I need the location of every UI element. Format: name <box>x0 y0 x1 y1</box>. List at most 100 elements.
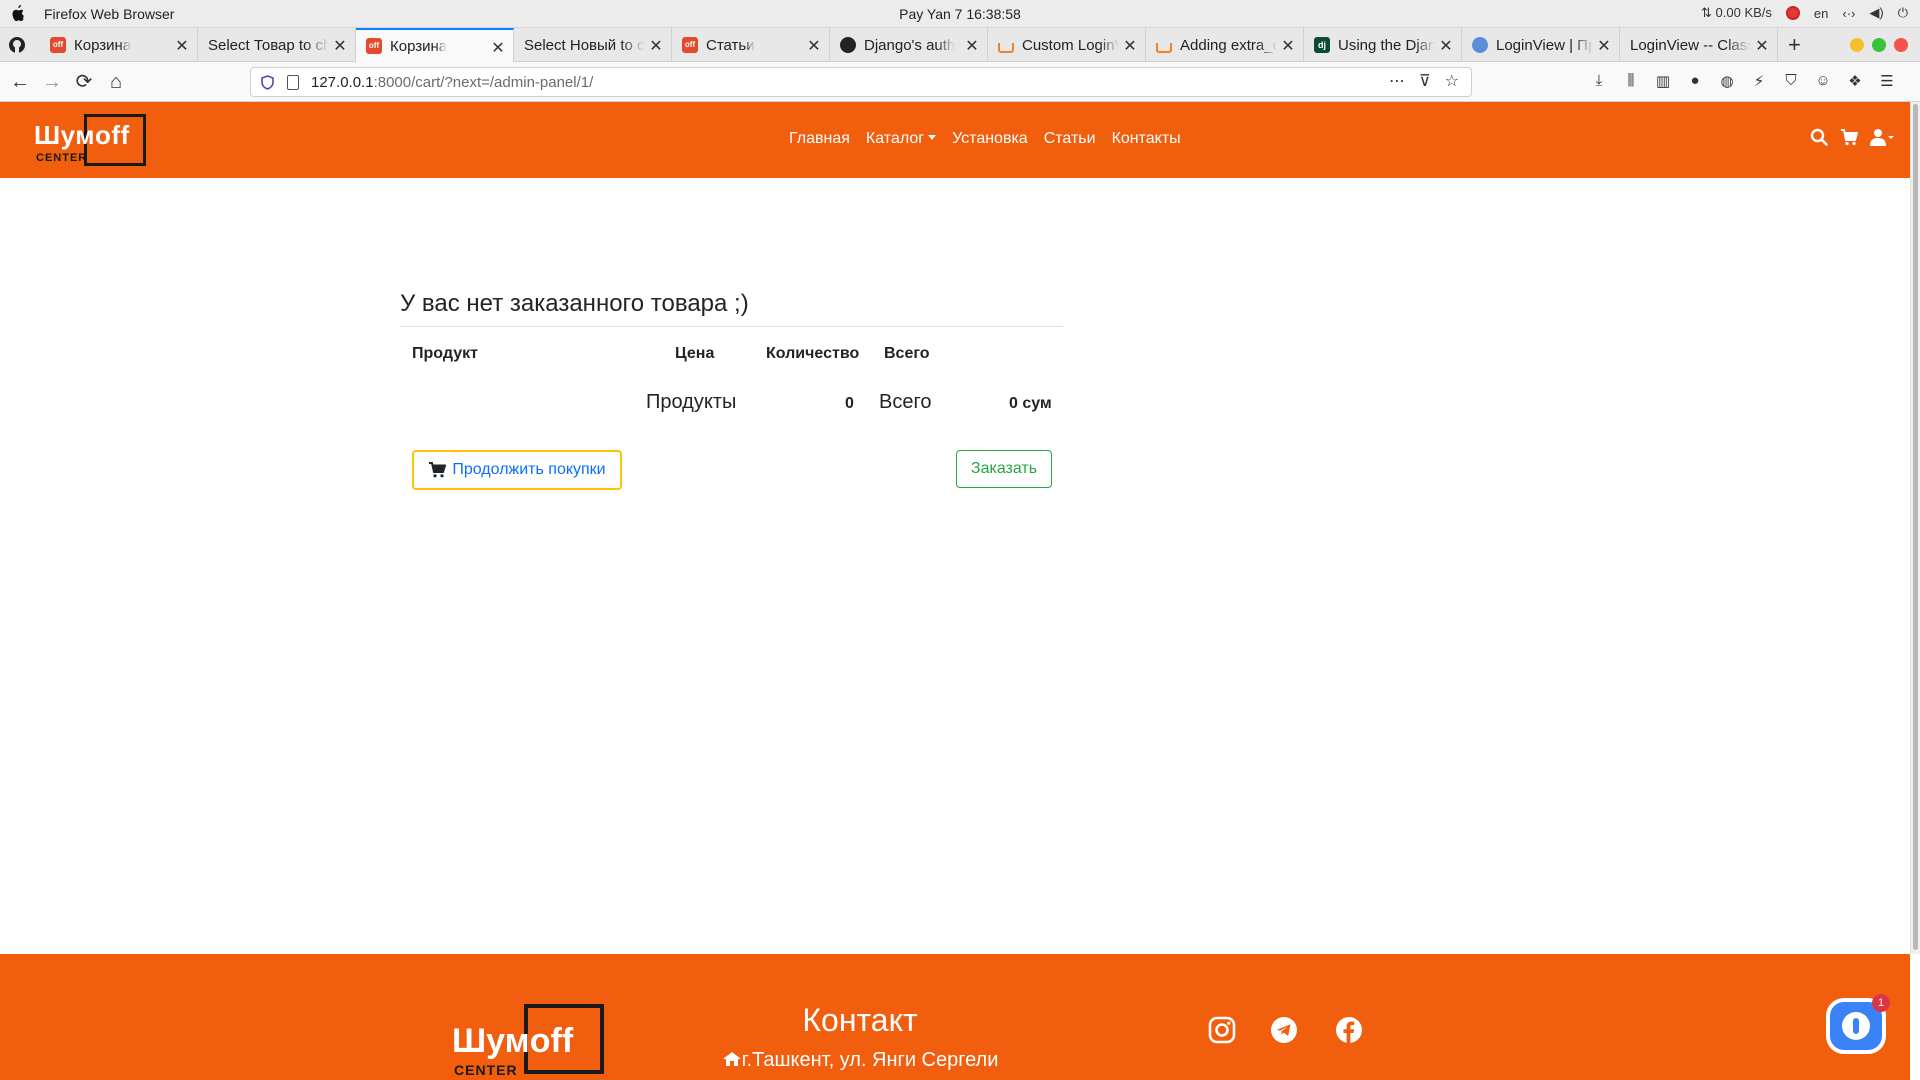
summary-total-label: Всего <box>879 391 932 413</box>
minimize-button[interactable] <box>1850 38 1864 52</box>
cart-summary-row: Продукты 0 Всего 0 сум <box>400 377 1063 427</box>
github-icon <box>840 37 856 53</box>
reload-button[interactable]: ⟳ <box>72 70 96 94</box>
power-icon[interactable]: ⏻ <box>1898 5 1908 21</box>
tabs: offКорзина✕Select Товар to change✕offКор… <box>40 28 1778 62</box>
close-tab-icon[interactable]: ✕ <box>491 38 505 58</box>
ccbv-icon <box>1472 37 1488 53</box>
close-tab-icon[interactable]: ✕ <box>175 36 189 56</box>
summary-products-label: Продукты <box>646 391 737 413</box>
extension-shield-icon[interactable]: ⛉ <box>1782 72 1800 90</box>
close-tab-icon[interactable]: ✕ <box>1755 36 1769 56</box>
nav-home[interactable]: Главная <box>789 130 850 148</box>
record-indicator-icon[interactable] <box>1785 6 1800 20</box>
scrollbar-thumb[interactable] <box>1913 104 1918 950</box>
pocket-icon[interactable]: ⊽ <box>1419 71 1431 91</box>
page-info-icon[interactable] <box>287 75 299 90</box>
cart-section: У вас нет заказанного товара ;) Продукт … <box>400 290 1063 490</box>
network-icon[interactable]: ‹·› <box>1842 6 1855 21</box>
browser-tab[interactable]: LoginView | Пр ✕ <box>1462 28 1620 62</box>
continue-shopping-label: Продолжить покупки <box>452 461 606 478</box>
extensions-icon[interactable]: ❖ <box>1846 72 1864 90</box>
nav-contacts[interactable]: Контакты <box>1112 130 1181 148</box>
extension-bolt-icon[interactable]: ⚡ <box>1750 72 1768 90</box>
nav-catalog-dropdown[interactable]: Каталог <box>866 130 936 148</box>
close-tab-icon[interactable]: ✕ <box>807 36 821 56</box>
telegram-icon[interactable] <box>1270 1016 1298 1044</box>
volume-icon[interactable]: ◀) <box>1869 5 1883 21</box>
close-tab-icon[interactable]: ✕ <box>1123 36 1137 56</box>
bookmark-star-icon[interactable]: ☆ <box>1445 71 1459 91</box>
extension-face-icon[interactable]: ☺ <box>1814 72 1832 90</box>
home-button[interactable]: ⌂ <box>104 70 128 94</box>
globe-icon[interactable]: ◍ <box>1718 72 1736 90</box>
close-tab-icon[interactable]: ✕ <box>333 36 347 56</box>
tab-title: LoginView | Пр <box>1496 36 1593 54</box>
system-tray: ⇅ 0.00 KB/s en ‹·› ◀) ⏻ <box>1701 5 1908 21</box>
maximize-button[interactable] <box>1872 38 1886 52</box>
browser-tab[interactable]: Adding extra_context✕ <box>1146 28 1304 62</box>
browser-tab[interactable]: off Статьи ✕ <box>672 28 830 62</box>
close-window-button[interactable] <box>1894 38 1908 52</box>
clock[interactable]: Pay Yan 7 16:38:58 <box>0 6 1920 22</box>
more-actions-icon[interactable]: ⋯ <box>1389 71 1405 91</box>
browser-tab[interactable]: Select Товар to change✕ <box>198 28 356 62</box>
chat-unread-badge: 1 <box>1872 994 1890 1012</box>
url-actions: ⋯ ⊽ ☆ <box>1389 71 1459 91</box>
nav-articles[interactable]: Статьи <box>1044 130 1096 148</box>
site-logo[interactable]: Шумoff CENTER <box>34 114 146 166</box>
browser-tab[interactable]: Select Новый to change✕ <box>514 28 672 62</box>
apple-icon[interactable] <box>10 5 26 23</box>
language-indicator[interactable]: en <box>1814 6 1828 21</box>
column-total: Всего <box>884 345 930 362</box>
cart-empty-title: У вас нет заказанного товара ;) <box>400 290 1063 327</box>
url-text[interactable]: 127.0.0.1:8000/cart/?next=/admin-panel/1… <box>311 74 593 91</box>
column-price: Цена <box>675 345 715 362</box>
shield-icon[interactable] <box>261 75 274 90</box>
close-tab-icon[interactable]: ✕ <box>965 36 979 56</box>
instagram-icon[interactable] <box>1208 1016 1236 1044</box>
github-icon[interactable] <box>8 36 26 54</box>
footer-logo[interactable]: Шумoff CENTER <box>452 1004 604 1078</box>
close-tab-icon[interactable]: ✕ <box>1597 36 1611 56</box>
os-top-bar: Firefox Web Browser Pay Yan 7 16:38:58 ⇅… <box>0 0 1920 28</box>
network-speed[interactable]: ⇅ 0.00 KB/s <box>1701 5 1772 21</box>
sidebar-icon[interactable]: ▥ <box>1654 72 1672 90</box>
cart-icon[interactable] <box>1840 128 1858 146</box>
url-bar[interactable]: 127.0.0.1:8000/cart/?next=/admin-panel/1… <box>250 67 1472 97</box>
footer-contact: Контакт г.Ташкент, ул. Янги Сергели <box>700 1002 1020 1072</box>
tab-title: Select Товар to change <box>208 36 329 54</box>
menu-icon[interactable]: ☰ <box>1878 72 1896 90</box>
place-order-button[interactable]: Заказать <box>956 450 1052 488</box>
nav-installation[interactable]: Установка <box>952 130 1028 148</box>
tab-title: Статьи <box>706 36 755 54</box>
footer-address: г.Ташкент, ул. Янги Сергели <box>700 1049 1020 1072</box>
close-tab-icon[interactable]: ✕ <box>1439 36 1453 56</box>
browser-tab[interactable]: dj Using the Django✕ <box>1304 28 1462 62</box>
header-icons <box>1810 128 1894 146</box>
close-tab-icon[interactable]: ✕ <box>649 36 663 56</box>
app-name[interactable]: Firefox Web Browser <box>44 6 174 22</box>
facebook-icon[interactable] <box>1335 1016 1363 1044</box>
cart-icon <box>429 462 447 478</box>
summary-total-value: 0 сум <box>1009 395 1052 412</box>
browser-tab[interactable]: LoginView -- Class ✕ <box>1620 28 1778 62</box>
forward-button[interactable]: → <box>40 70 64 94</box>
browser-tab[interactable]: off Корзина ✕ <box>40 28 198 62</box>
search-icon[interactable] <box>1810 128 1828 146</box>
downloads-icon[interactable]: ⤓ <box>1590 72 1608 90</box>
site-footer: Шумoff CENTER Контакт г.Ташкент, ул. Янг… <box>0 954 1910 1080</box>
browser-tab[interactable]: off Корзина ✕ <box>356 28 514 62</box>
extension-dark-icon[interactable]: ● <box>1686 72 1704 90</box>
back-button[interactable]: ← <box>8 70 32 94</box>
browser-tab[interactable]: Custom LoginView✕ <box>988 28 1146 62</box>
page-scrollbar[interactable] <box>1910 102 1920 954</box>
browser-tab[interactable]: Django's auth ✕ <box>830 28 988 62</box>
new-tab-button[interactable]: + <box>1788 32 1801 58</box>
chat-widget-button[interactable]: 1 <box>1826 994 1890 1054</box>
close-tab-icon[interactable]: ✕ <box>1281 36 1295 56</box>
tab-title: Using the Django <box>1338 36 1435 54</box>
user-dropdown-icon[interactable] <box>1870 128 1894 146</box>
library-icon[interactable]: ⫼ <box>1622 72 1640 90</box>
continue-shopping-button[interactable]: Продолжить покупки <box>412 450 622 490</box>
